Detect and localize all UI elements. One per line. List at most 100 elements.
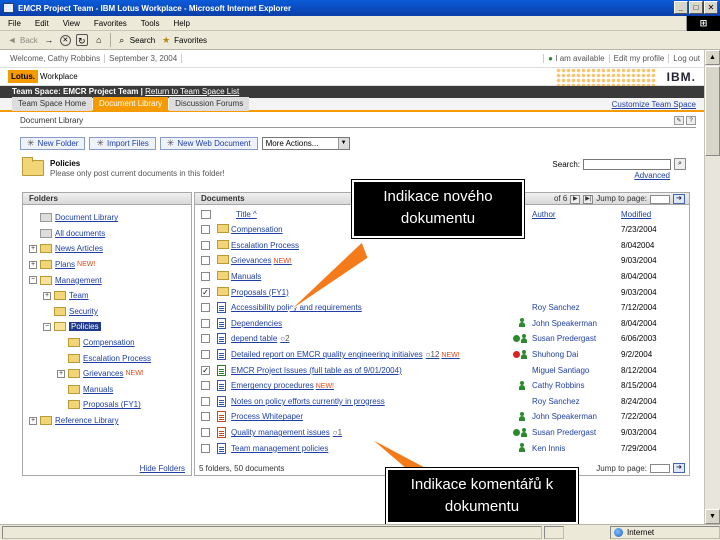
- document-title-link[interactable]: depend table ○2: [231, 334, 290, 343]
- forward-button[interactable]: →: [43, 34, 55, 46]
- jump-page-input[interactable]: [650, 194, 670, 204]
- folder-tree-item[interactable]: − Management: [29, 272, 191, 288]
- document-title-link[interactable]: Compensation: [231, 225, 283, 234]
- collapse-icon[interactable]: −: [43, 322, 51, 331]
- select-all-checkbox[interactable]: [201, 209, 211, 219]
- row-checkbox[interactable]: [201, 240, 210, 250]
- menu-file[interactable]: File: [8, 19, 21, 28]
- expand-icon[interactable]: +: [29, 260, 37, 269]
- customize-team-space-link[interactable]: Customize Team Space: [612, 100, 696, 109]
- more-actions-select[interactable]: More Actions... ▼: [261, 136, 350, 150]
- folder-tree-label[interactable]: Escalation Process: [83, 354, 151, 363]
- row-checkbox[interactable]: ✓: [201, 365, 210, 375]
- row-checkbox[interactable]: [201, 334, 210, 344]
- author-column-header[interactable]: Author: [532, 210, 556, 219]
- folder-tree-item[interactable]: Security: [29, 304, 191, 320]
- folder-tree-item[interactable]: Proposals (FY1): [29, 397, 191, 413]
- folder-tree-label[interactable]: Compensation: [83, 338, 135, 347]
- favorites-button[interactable]: ★ Favorites: [160, 34, 207, 46]
- folder-tree-label[interactable]: News Articles: [55, 244, 103, 253]
- document-author[interactable]: Susan Predergast: [532, 334, 596, 343]
- document-title-link[interactable]: Emergency procedures NEW!: [231, 381, 334, 390]
- tab-team-space-home[interactable]: Team Space Home: [12, 97, 93, 111]
- expand-icon[interactable]: +: [57, 369, 65, 378]
- row-checkbox[interactable]: [201, 428, 210, 438]
- menu-help[interactable]: Help: [173, 19, 189, 28]
- search-button[interactable]: ⌕ Search: [116, 34, 155, 46]
- folder-tree-item[interactable]: + Grievances NEW!: [29, 366, 191, 382]
- menu-edit[interactable]: Edit: [35, 19, 49, 28]
- search-input[interactable]: [583, 158, 671, 170]
- document-title-link[interactable]: Manuals: [231, 272, 261, 281]
- edit-profile-link[interactable]: Edit my profile: [608, 54, 669, 63]
- folder-tree-label[interactable]: Manuals: [83, 385, 113, 394]
- advanced-search-link[interactable]: Advanced: [634, 171, 670, 180]
- folder-tree-item[interactable]: Manuals: [29, 382, 191, 398]
- folder-tree-item[interactable]: + News Articles: [29, 241, 191, 257]
- help-icon[interactable]: ?: [686, 116, 696, 125]
- availability-link[interactable]: ● I am available: [543, 54, 608, 63]
- folder-tree-item[interactable]: − Policies: [29, 319, 191, 335]
- tab-discussion-forums[interactable]: Discussion Forums: [169, 97, 250, 111]
- row-checkbox[interactable]: [201, 318, 210, 328]
- document-author[interactable]: Ken Innis: [532, 444, 565, 453]
- collapse-icon[interactable]: −: [29, 276, 37, 285]
- new-folder-button[interactable]: ✳ New Folder: [20, 136, 86, 150]
- row-checkbox[interactable]: [201, 303, 210, 313]
- menu-favorites[interactable]: Favorites: [94, 19, 127, 28]
- folder-tree-item[interactable]: Document Library: [29, 210, 191, 226]
- folder-tree-label[interactable]: Document Library: [55, 213, 118, 222]
- document-title-link[interactable]: Notes on policy efforts currently in pro…: [231, 397, 385, 406]
- row-checkbox[interactable]: [201, 396, 210, 406]
- menu-view[interactable]: View: [63, 19, 80, 28]
- new-web-document-button[interactable]: ✳ New Web Document: [159, 136, 258, 150]
- folder-tree-label[interactable]: Policies: [69, 322, 101, 332]
- row-checkbox[interactable]: [201, 256, 210, 266]
- modified-column-header[interactable]: Modified: [621, 210, 651, 219]
- folder-tree-item[interactable]: Compensation: [29, 335, 191, 351]
- folder-tree-item[interactable]: + Plans NEW!: [29, 257, 191, 273]
- stop-button[interactable]: ✕: [59, 34, 71, 46]
- row-checkbox[interactable]: [201, 225, 210, 235]
- logout-link[interactable]: Log out: [668, 54, 704, 63]
- document-author[interactable]: Cathy Robbins: [532, 381, 584, 390]
- maximize-button[interactable]: □: [689, 1, 703, 14]
- close-button[interactable]: ✕: [704, 1, 718, 14]
- document-author[interactable]: Shuhong Dai: [532, 350, 578, 359]
- scroll-down-icon[interactable]: ▼: [705, 509, 720, 524]
- document-author[interactable]: Miguel Santiago: [532, 366, 589, 375]
- scroll-up-icon[interactable]: ▲: [705, 50, 720, 65]
- import-files-button[interactable]: ✳ Import Files: [89, 136, 156, 150]
- row-checkbox[interactable]: [201, 443, 210, 453]
- search-go-icon[interactable]: ⌕: [674, 158, 686, 170]
- folder-tree-item[interactable]: + Team: [29, 288, 191, 304]
- go-arrow-icon[interactable]: ➜: [673, 194, 685, 204]
- expand-icon[interactable]: +: [43, 291, 51, 300]
- menu-tools[interactable]: Tools: [141, 19, 160, 28]
- folder-tree-label[interactable]: Management: [55, 276, 102, 285]
- title-column-header[interactable]: Title ^: [236, 210, 257, 219]
- document-author[interactable]: Roy Sanchez: [532, 303, 580, 312]
- footer-jump-input[interactable]: [650, 463, 670, 473]
- folder-tree-label[interactable]: Plans: [55, 260, 75, 269]
- expand-icon[interactable]: +: [29, 244, 37, 253]
- row-checkbox[interactable]: ✓: [201, 287, 210, 297]
- back-button[interactable]: ◄ Back: [6, 34, 38, 46]
- scroll-thumb[interactable]: [705, 66, 720, 156]
- return-link[interactable]: Return to Team Space List: [145, 87, 239, 96]
- next-page-icon[interactable]: ▶: [570, 194, 581, 204]
- document-title-link[interactable]: Team management policies: [231, 444, 328, 453]
- refresh-button[interactable]: ↻: [75, 34, 88, 46]
- last-page-icon[interactable]: ▶|: [583, 194, 594, 204]
- row-checkbox[interactable]: [201, 381, 210, 391]
- row-checkbox[interactable]: [201, 412, 210, 422]
- document-author[interactable]: Susan Predergast: [532, 428, 596, 437]
- document-title-link[interactable]: EMCR Project Issues (full table as of 9/…: [231, 366, 402, 375]
- document-title-link[interactable]: Dependencies: [231, 319, 282, 328]
- document-title-link[interactable]: Detailed report on EMCR quality engineer…: [231, 350, 460, 359]
- folder-tree-label[interactable]: Grievances: [83, 369, 123, 378]
- minimize-button[interactable]: _: [674, 1, 688, 14]
- folder-tree-item[interactable]: + Reference Library: [29, 413, 191, 429]
- hide-folders-link[interactable]: Hide Folders: [140, 464, 185, 473]
- expand-icon[interactable]: +: [29, 416, 37, 425]
